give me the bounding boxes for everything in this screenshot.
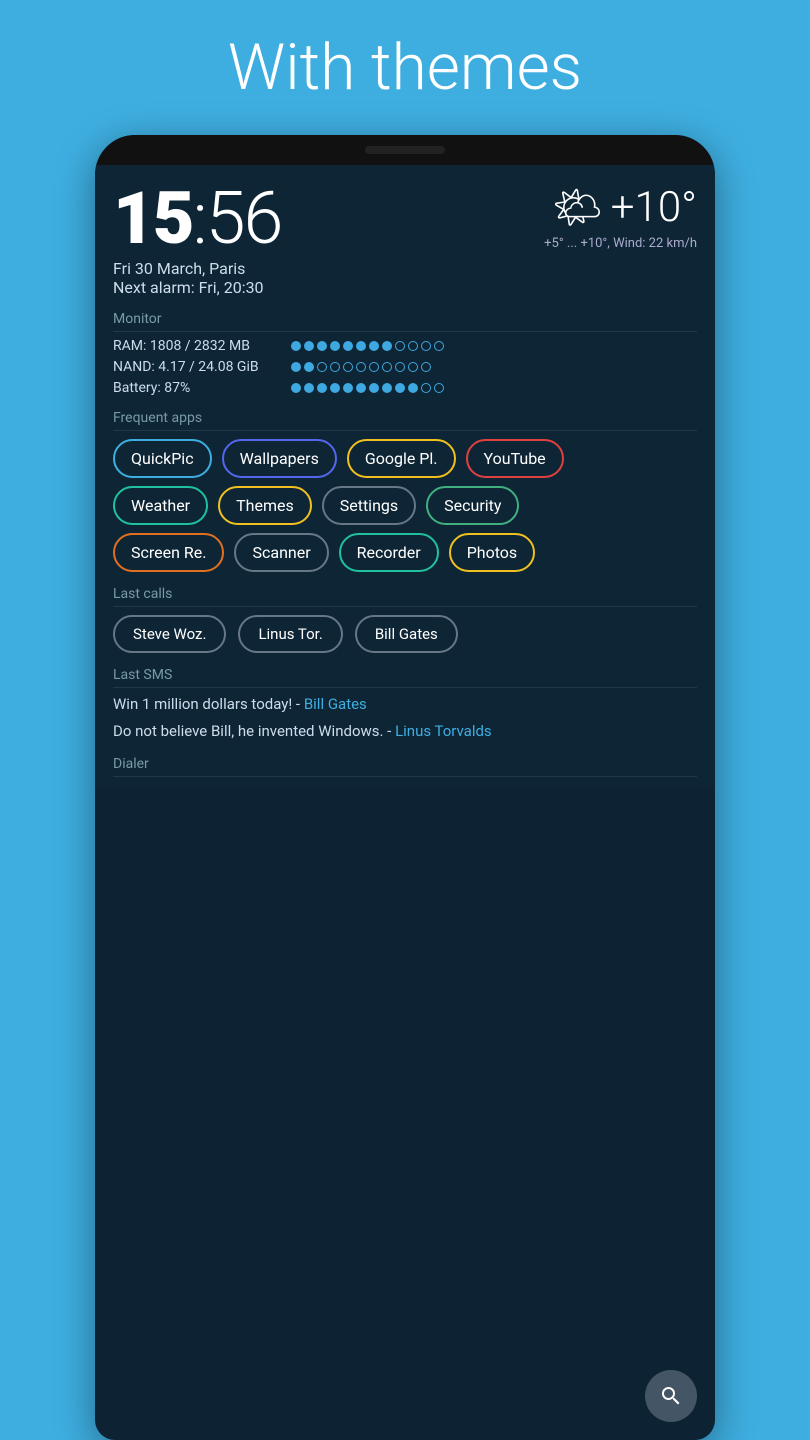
dot-filled — [382, 341, 392, 351]
dot-filled — [317, 341, 327, 351]
search-fab[interactable] — [645, 1370, 697, 1422]
call-chip-linus-tor-[interactable]: Linus Tor. — [238, 615, 342, 653]
dot-filled — [291, 383, 301, 393]
phone-screen: 15:56 Fri 30 March, Paris Next alarm: Fr… — [95, 165, 715, 787]
app-chip-youtube[interactable]: YouTube — [466, 439, 564, 478]
weather-detail: +5° ... +10°, Wind: 22 km/h — [544, 236, 697, 251]
ram-row: RAM: 1808 / 2832 MB — [113, 338, 697, 354]
sms-author: Bill Gates — [304, 695, 367, 713]
phone-top-bar — [95, 135, 715, 165]
dot-empty — [395, 362, 405, 372]
dot-empty — [408, 362, 418, 372]
dot-filled — [369, 341, 379, 351]
dot-filled — [369, 383, 379, 393]
weather-top: 🌤 +10° — [552, 183, 697, 232]
dot-empty — [421, 383, 431, 393]
app-chip-photos[interactable]: Photos — [449, 533, 536, 572]
dot-filled — [343, 341, 353, 351]
nand-row: NAND: 4.17 / 24.08 GiB — [113, 359, 697, 375]
search-icon — [659, 1384, 683, 1408]
dot-empty — [421, 341, 431, 351]
app-chip-google-pl-[interactable]: Google Pl. — [347, 439, 456, 478]
dot-empty — [434, 383, 444, 393]
dot-filled — [304, 383, 314, 393]
clock-minutes: 56 — [206, 176, 282, 261]
dot-empty — [330, 362, 340, 372]
sms-item: Do not believe Bill, he invented Windows… — [113, 721, 697, 742]
battery-row: Battery: 87% — [113, 380, 697, 396]
nand-label: NAND: 4.17 / 24.08 GiB — [113, 359, 283, 375]
dot-filled — [304, 341, 314, 351]
clock-hours: 15 — [113, 176, 192, 261]
ram-dots — [291, 341, 444, 351]
calls-row: Steve Woz. Linus Tor. Bill Gates — [113, 615, 697, 653]
dot-empty — [369, 362, 379, 372]
frequent-apps-label: Frequent apps — [113, 410, 697, 431]
sms-author: Linus Torvalds — [395, 722, 492, 740]
app-chip-scanner[interactable]: Scanner — [234, 533, 328, 572]
dot-filled — [330, 341, 340, 351]
sms-list: Win 1 million dollars today! - Bill Gate… — [113, 694, 697, 742]
dot-filled — [291, 341, 301, 351]
dot-empty — [408, 341, 418, 351]
app-chip-security[interactable]: Security — [426, 486, 519, 525]
dot-empty — [317, 362, 327, 372]
dot-filled — [382, 383, 392, 393]
weather-temperature: +10° — [611, 183, 697, 232]
last-sms-label: Last SMS — [113, 667, 697, 688]
battery-label: Battery: 87% — [113, 380, 283, 396]
weather-icon: 🌤 — [552, 184, 603, 231]
ram-label: RAM: 1808 / 2832 MB — [113, 338, 283, 354]
nand-dots — [291, 362, 431, 372]
page-title: With themes — [228, 30, 582, 105]
app-chip-settings[interactable]: Settings — [322, 486, 416, 525]
call-chip-bill-gates[interactable]: Bill Gates — [355, 615, 458, 653]
clock-weather-row: 15:56 Fri 30 March, Paris Next alarm: Fr… — [113, 183, 697, 297]
last-calls-label: Last calls — [113, 586, 697, 607]
dot-filled — [356, 341, 366, 351]
dot-filled — [330, 383, 340, 393]
sms-item: Win 1 million dollars today! - Bill Gate… — [113, 694, 697, 715]
dot-empty — [421, 362, 431, 372]
dot-filled — [304, 362, 314, 372]
app-chip-screen-re-[interactable]: Screen Re. — [113, 533, 224, 572]
dot-filled — [291, 362, 301, 372]
clock-date: Fri 30 March, Paris — [113, 259, 281, 278]
app-chip-weather[interactable]: Weather — [113, 486, 208, 525]
app-chip-wallpapers[interactable]: Wallpapers — [222, 439, 337, 478]
monitor-section-label: Monitor — [113, 311, 697, 332]
call-chip-steve-woz-[interactable]: Steve Woz. — [113, 615, 226, 653]
dot-filled — [317, 383, 327, 393]
app-chip-recorder[interactable]: Recorder — [339, 533, 439, 572]
dot-empty — [343, 362, 353, 372]
app-chip-quickpic[interactable]: QuickPic — [113, 439, 212, 478]
dot-empty — [356, 362, 366, 372]
app-chip-themes[interactable]: Themes — [218, 486, 312, 525]
dot-empty — [395, 341, 405, 351]
dialer-label: Dialer — [113, 756, 697, 777]
dot-filled — [343, 383, 353, 393]
phone-speaker — [365, 146, 445, 154]
dot-filled — [408, 383, 418, 393]
dot-filled — [395, 383, 405, 393]
apps-row-3: Screen Re. Scanner Recorder Photos — [113, 533, 697, 572]
phone-frame: 15:56 Fri 30 March, Paris Next alarm: Fr… — [95, 135, 715, 1440]
dot-empty — [382, 362, 392, 372]
apps-row-2: Weather Themes Settings Security — [113, 486, 697, 525]
clock-area: 15:56 Fri 30 March, Paris Next alarm: Fr… — [113, 183, 281, 297]
weather-area: 🌤 +10° +5° ... +10°, Wind: 22 km/h — [544, 183, 697, 251]
apps-row-1: QuickPic Wallpapers Google Pl. YouTube — [113, 439, 697, 478]
dot-filled — [356, 383, 366, 393]
clock-alarm: Next alarm: Fri, 20:30 — [113, 278, 281, 297]
battery-dots — [291, 383, 444, 393]
dot-empty — [434, 341, 444, 351]
clock-time: 15:56 — [113, 183, 281, 255]
